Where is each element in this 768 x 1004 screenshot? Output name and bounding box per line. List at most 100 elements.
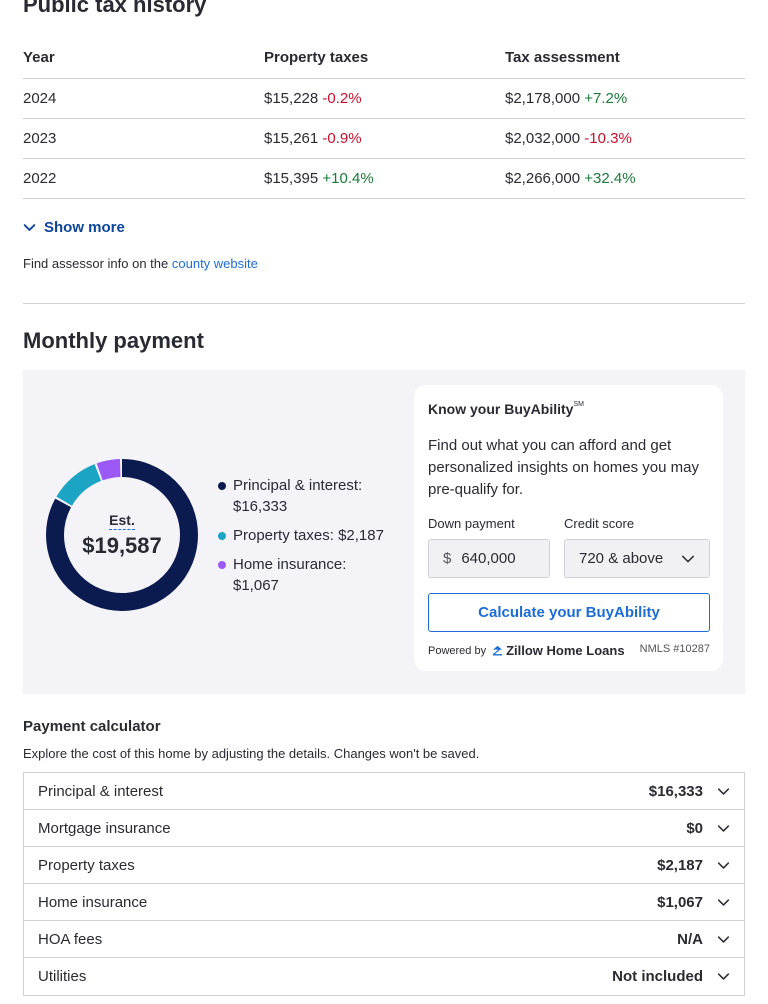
legend-value: $2,187: [338, 527, 384, 544]
buyability-title: Know your BuyAbilitySM: [428, 401, 584, 417]
payment-calculator-title: Payment calculator: [23, 718, 161, 735]
assessment-change: +7.2%: [584, 89, 628, 107]
calc-row-home-insurance[interactable]: Home insurance $1,067: [24, 884, 744, 921]
calc-row-mortgage-insurance[interactable]: Mortgage insurance $0: [24, 810, 744, 847]
credit-score-value: 720 & above: [579, 550, 664, 567]
tax-change: +10.4%: [322, 169, 374, 187]
column-header-tax-assessment: Tax assessment: [505, 38, 745, 79]
monthly-payment-panel: Est. $19,587 Principal & interest: $16,3…: [23, 370, 745, 694]
chevron-down-icon: [717, 861, 730, 869]
calculate-buyability-button[interactable]: Calculate your BuyAbility: [428, 593, 710, 632]
estimate-label[interactable]: Est.: [109, 512, 135, 530]
column-header-year: Year: [23, 38, 264, 79]
row-value: Not included: [612, 968, 703, 985]
credit-score-label: Credit score: [564, 516, 635, 531]
row-label: Home insurance: [38, 893, 148, 911]
assessor-text: Find assessor info on the: [23, 256, 169, 271]
service-mark: SM: [573, 401, 584, 408]
legend-dot: [218, 482, 226, 490]
chevron-down-icon: [717, 787, 730, 795]
table-header-row: Year Property taxes Tax assessment: [23, 38, 745, 79]
chevron-down-icon: [717, 935, 730, 943]
row-value: $16,333: [648, 782, 703, 800]
assessment-amount: $2,032,000: [505, 129, 581, 147]
estimated-total: $19,587: [82, 532, 162, 558]
down-payment-input[interactable]: $ 640,000: [428, 539, 550, 578]
powered-by: Powered by Zillow Home Loans: [428, 643, 625, 658]
row-value: $0: [686, 819, 703, 837]
assessment-amount: $2,266,000: [505, 169, 581, 187]
payment-calculator-description: Explore the cost of this home by adjusti…: [23, 746, 480, 761]
row-label: Utilities: [38, 968, 87, 985]
tax-change: -0.2%: [322, 89, 362, 107]
table-row: 2022 $15,395 +10.4% $2,266,000 +32.4%: [23, 158, 745, 199]
legend-property-taxes: Property taxes: $2,187: [218, 525, 418, 546]
assessment-cell: $2,266,000 +32.4%: [505, 158, 745, 199]
nmls-id: NMLS #10287: [639, 643, 710, 655]
legend-dot: [218, 561, 226, 569]
chevron-down-icon: [717, 898, 730, 906]
chevron-down-icon: [717, 824, 730, 832]
calc-row-principal-interest[interactable]: Principal & interest $16,333: [24, 773, 744, 810]
show-more-button[interactable]: Show more: [23, 219, 125, 236]
legend-value: $16,333: [233, 498, 288, 515]
buyability-title-text: Know your BuyAbility: [428, 401, 574, 417]
tax-amount: $15,261: [264, 129, 319, 147]
legend-home-insurance: Home insurance: $1,067: [218, 554, 393, 596]
row-label: Property taxes: [38, 856, 135, 874]
row-label: Mortgage insurance: [38, 819, 171, 837]
legend-label: Principal & interest:: [233, 477, 363, 494]
assessment-change: +32.4%: [584, 169, 636, 187]
chevron-down-icon: [717, 973, 730, 980]
logo-text: Zillow Home Loans: [506, 643, 625, 658]
currency-symbol: $: [443, 550, 452, 567]
row-value: $1,067: [657, 893, 703, 911]
tax-change: -0.9%: [322, 129, 362, 147]
monthly-payment-title: Monthly payment: [23, 328, 204, 353]
assessment-cell: $2,032,000 -10.3%: [505, 118, 745, 159]
year-cell: 2022: [23, 158, 264, 199]
legend-value: $1,067: [233, 577, 279, 594]
buyability-description: Find out what you can afford and get per…: [428, 437, 699, 498]
legend-principal-interest: Principal & interest: $16,333: [218, 475, 393, 517]
property-tax-cell: $15,395 +10.4%: [264, 158, 505, 199]
property-tax-cell: $15,228 -0.2%: [264, 78, 505, 119]
down-payment-value: 640,000: [461, 550, 516, 567]
property-tax-cell: $15,261 -0.9%: [264, 118, 505, 159]
calc-row-hoa-fees[interactable]: HOA fees N/A: [24, 921, 744, 958]
chevron-down-icon: [681, 555, 695, 562]
show-more-label: Show more: [44, 219, 125, 236]
column-header-property-taxes: Property taxes: [264, 38, 505, 79]
legend-label: Home insurance:: [233, 556, 347, 573]
legend-dot: [218, 532, 226, 540]
powered-by-text: Powered by: [428, 644, 487, 657]
assessment-cell: $2,178,000 +7.2%: [505, 78, 745, 119]
county-website-link[interactable]: county website: [172, 256, 258, 271]
section-divider: [23, 303, 745, 304]
tax-amount: $15,395: [264, 169, 319, 187]
payment-calculator-list: Principal & interest $16,333 Mortgage in…: [23, 772, 745, 996]
chevron-down-icon: [23, 224, 36, 231]
row-value: N/A: [677, 930, 703, 948]
calc-row-utilities[interactable]: Utilities Not included: [24, 958, 744, 995]
tax-history-table: Year Property taxes Tax assessment 2024 …: [23, 38, 745, 199]
tax-amount: $15,228: [264, 89, 319, 107]
assessment-change: -10.3%: [584, 129, 632, 147]
row-value: $2,187: [657, 856, 703, 874]
tax-history-title: Public tax history: [23, 0, 207, 17]
row-label: HOA fees: [38, 930, 103, 948]
credit-score-select[interactable]: 720 & above: [564, 539, 710, 578]
assessment-amount: $2,178,000: [505, 89, 581, 107]
assessor-info: Find assessor info on the county website: [23, 256, 258, 271]
table-row: 2024 $15,228 -0.2% $2,178,000 +7.2%: [23, 78, 745, 119]
legend-label: Property taxes:: [233, 527, 334, 544]
zillow-icon: [493, 645, 503, 656]
table-row: 2023 $15,261 -0.9% $2,032,000 -10.3%: [23, 118, 745, 159]
donut-center: Est. $19,587: [43, 456, 201, 614]
year-cell: 2024: [23, 78, 264, 119]
calc-row-property-taxes[interactable]: Property taxes $2,187: [24, 847, 744, 884]
buyability-card: Know your BuyAbilitySM Find out what you…: [414, 385, 723, 671]
row-label: Principal & interest: [38, 782, 164, 800]
zillow-home-loans-logo: Zillow Home Loans: [492, 643, 625, 658]
down-payment-label: Down payment: [428, 516, 515, 531]
